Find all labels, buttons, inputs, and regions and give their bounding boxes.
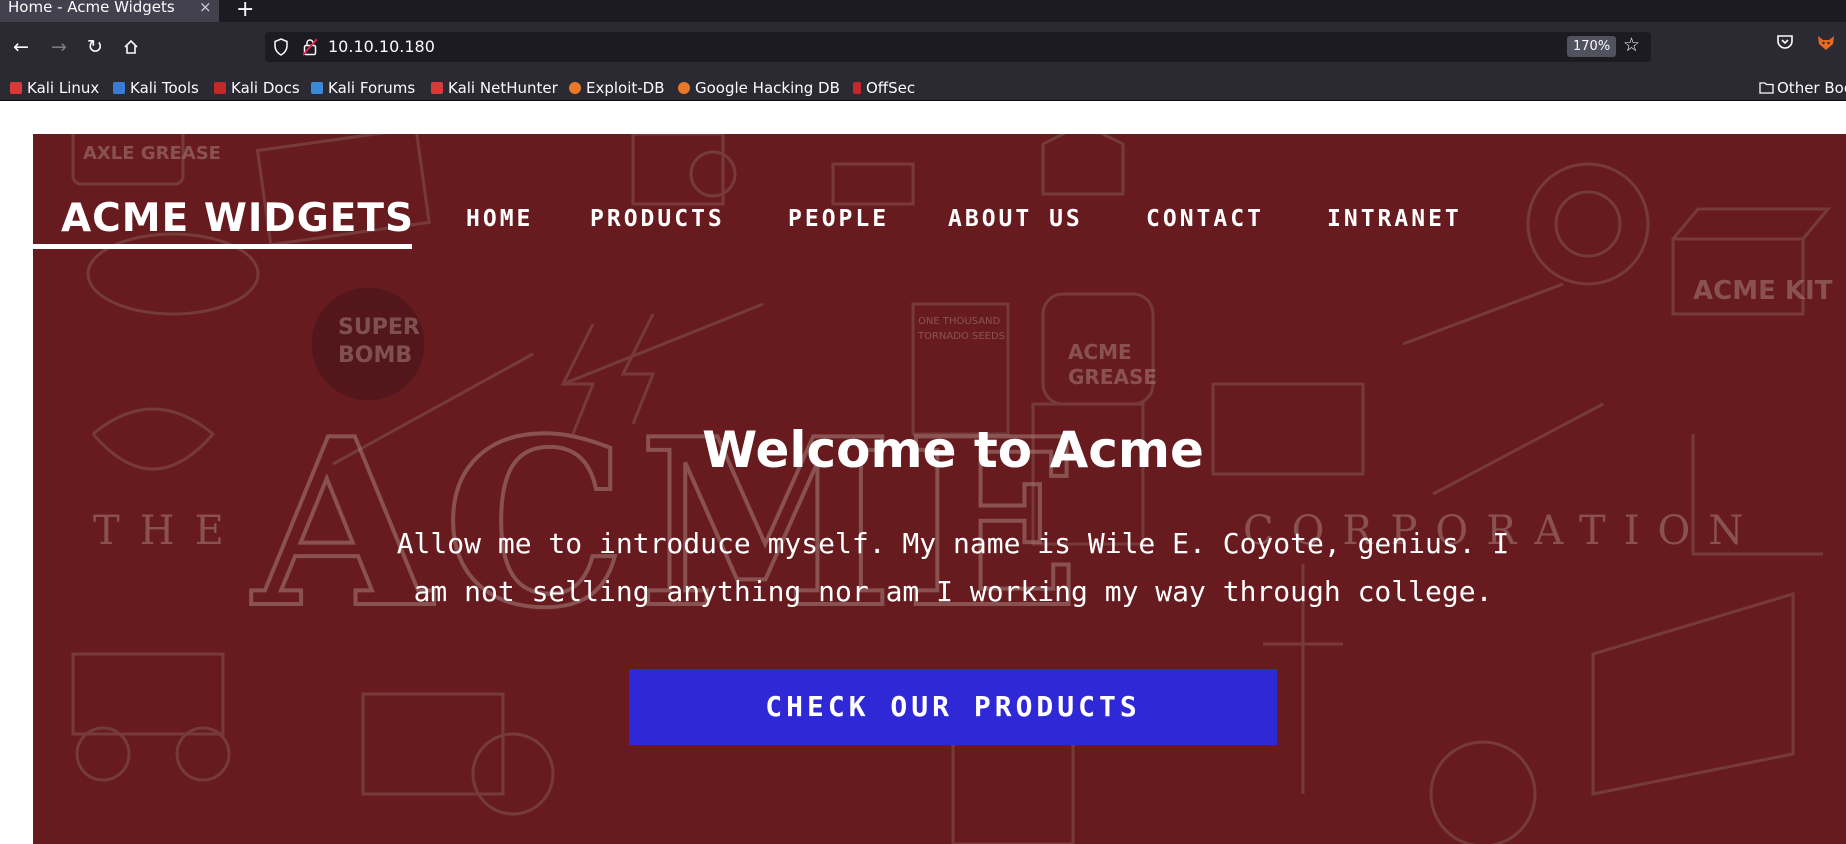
nav-intranet[interactable]: INTRANET bbox=[1327, 206, 1462, 232]
ghdb-icon bbox=[678, 82, 690, 94]
url-text: 10.10.10.180 bbox=[328, 37, 435, 56]
bookmark-google-hacking-db[interactable]: Google Hacking DB bbox=[678, 78, 840, 98]
kali-tools-icon bbox=[113, 82, 125, 94]
navigation-toolbar: ← → ↻ 10.10.10.180 170% ☆ bbox=[0, 22, 1846, 76]
intro-line-2: am not selling anything nor am I working… bbox=[413, 575, 1493, 608]
kali-docs-icon bbox=[214, 82, 226, 94]
new-tab-button[interactable]: + bbox=[236, 0, 254, 22]
nav-products[interactable]: PRODUCTS bbox=[590, 206, 725, 232]
bookmarks-toolbar: Kali Linux Kali Tools Kali Docs Kali For… bbox=[0, 76, 1846, 101]
bookmark-kali-docs[interactable]: Kali Docs bbox=[214, 78, 300, 98]
extension-fox-icon[interactable] bbox=[1816, 32, 1836, 56]
nav-contact[interactable]: CONTACT bbox=[1146, 206, 1264, 232]
hero-headline: Welcome to Acme bbox=[702, 421, 1204, 479]
bookmark-kali-forums[interactable]: Kali Forums bbox=[311, 78, 415, 98]
tab-strip: Home - Acme Widgets × + bbox=[0, 0, 1846, 22]
kali-dragon-icon bbox=[10, 82, 22, 94]
home-icon[interactable] bbox=[118, 34, 144, 60]
tab-close-icon[interactable]: × bbox=[199, 0, 212, 15]
pocket-icon[interactable] bbox=[1776, 33, 1794, 55]
insecure-lock-icon[interactable] bbox=[302, 38, 318, 60]
intro-line-1: Allow me to introduce myself. My name is… bbox=[396, 527, 1510, 560]
tab-title: Home - Acme Widgets bbox=[8, 0, 175, 16]
forward-icon[interactable]: → bbox=[46, 34, 72, 60]
logo-underline bbox=[33, 244, 412, 249]
kali-nethunter-icon bbox=[431, 82, 443, 94]
zoom-level-button[interactable]: 170% bbox=[1567, 36, 1617, 57]
address-bar[interactable]: 10.10.10.180 170% ☆ bbox=[265, 32, 1651, 62]
check-products-button[interactable]: CHECK OUR PRODUCTS bbox=[629, 669, 1277, 745]
tracking-shield-icon[interactable] bbox=[273, 38, 289, 60]
nav-about-us[interactable]: ABOUT US bbox=[948, 206, 1083, 232]
bookmark-kali-nethunter[interactable]: Kali NetHunter bbox=[431, 78, 558, 98]
hero-intro-text: Allow me to introduce myself. My name is… bbox=[323, 520, 1583, 616]
exploit-db-icon bbox=[569, 82, 581, 94]
folder-icon bbox=[1759, 82, 1774, 94]
bookmark-kali-linux[interactable]: Kali Linux bbox=[10, 78, 99, 98]
site-logo[interactable]: ACME WIDGETS bbox=[61, 196, 414, 241]
back-icon[interactable]: ← bbox=[8, 34, 34, 60]
other-bookmarks-folder[interactable]: Other Boo bbox=[1759, 78, 1846, 98]
bookmark-offsec[interactable]: OffSec bbox=[853, 78, 915, 98]
bookmark-kali-tools[interactable]: Kali Tools bbox=[113, 78, 199, 98]
tab-home[interactable]: Home - Acme Widgets × bbox=[0, 0, 219, 22]
hero-section: THE ACME CORPORATION ACME KIT SUPER BOMB… bbox=[33, 134, 1846, 844]
reload-icon[interactable]: ↻ bbox=[82, 34, 108, 60]
nav-home[interactable]: HOME bbox=[466, 206, 533, 232]
bookmark-star-icon[interactable]: ☆ bbox=[1623, 34, 1640, 56]
offsec-icon bbox=[853, 82, 861, 94]
bookmark-exploit-db[interactable]: Exploit-DB bbox=[569, 78, 665, 98]
kali-forums-icon bbox=[311, 82, 323, 94]
nav-people[interactable]: PEOPLE bbox=[788, 206, 889, 232]
